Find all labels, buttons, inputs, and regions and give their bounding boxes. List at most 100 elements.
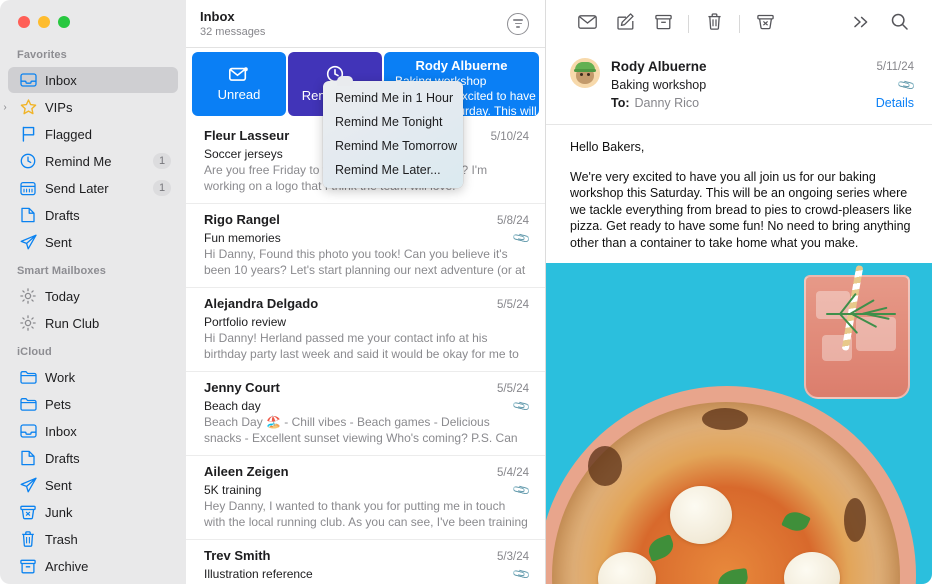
message-count: 32 messages — [200, 25, 266, 38]
sidebar-item-label: Drafts — [45, 450, 80, 466]
search-button[interactable] — [880, 9, 918, 39]
message-list-item[interactable]: Rigo Rangel 5/8/24 Fun memories 📎 Hi Danny, … — [186, 204, 545, 288]
paperclip-icon: 📎 — [511, 563, 532, 584]
context-menu-item[interactable]: Remind Me Later... — [323, 158, 463, 182]
sidebar-item-drafts[interactable]: Drafts — [8, 202, 178, 228]
reader-toolbar — [546, 0, 932, 48]
zoom-button[interactable] — [58, 16, 70, 28]
message-date: 5/10/24 — [490, 131, 529, 143]
paperclip-icon: 📎 — [896, 74, 917, 96]
message-date: 5/3/24 — [497, 551, 529, 563]
body-paragraph: We're very excited to have you all join … — [570, 169, 912, 250]
sidebar-item-drafts[interactable]: Drafts — [8, 445, 178, 471]
sidebar-item-flagged[interactable]: Flagged — [8, 121, 178, 147]
sidebar-section-header: Favorites — [17, 49, 67, 61]
more-button[interactable] — [842, 9, 880, 39]
sidebar-item-inbox[interactable]: Inbox — [8, 418, 178, 444]
reading-pane: Rody Albuerne Baking workshop To: Danny R… — [546, 0, 932, 584]
sidebar-item-archive[interactable]: Archive — [8, 553, 178, 579]
sidebar-item-remind-me[interactable]: Remind Me 1 — [8, 148, 178, 174]
attachment-image-pizza-photo[interactable] — [546, 263, 932, 584]
sidebar-item-pets[interactable]: Pets — [8, 391, 178, 417]
compose-button[interactable] — [606, 9, 644, 39]
message-date: 5/5/24 — [497, 299, 529, 311]
toolbar-separator — [739, 15, 740, 33]
mark-unread-button[interactable] — [568, 9, 606, 39]
sidebar-item-sent[interactable]: Sent — [8, 229, 178, 255]
sidebar-item-label: Remind Me — [45, 153, 112, 169]
trash-icon — [18, 531, 38, 547]
junk-button[interactable] — [746, 9, 784, 39]
unread-envelope-icon — [229, 66, 249, 82]
message-preview: Hi Danny, Found this photo you took! Can… — [204, 247, 526, 277]
message-preview: Hi Danny! Herland passed me your contact… — [204, 331, 519, 361]
gear-icon — [18, 315, 38, 331]
sidebar-item-label: Sent — [45, 477, 72, 493]
mail-window: Favorites Inbox › VIPs Flagged Remind Me 1 Send… — [0, 0, 932, 584]
message-header: Rody Albuerne Baking workshop To: Danny R… — [546, 48, 932, 125]
remind-me-context-menu: Remind Me in 1 Hour Remind Me Tonight Remi… — [323, 76, 463, 188]
message-subject: Illustration reference — [204, 567, 313, 581]
sidebar-item-label: Today — [45, 288, 80, 304]
rosemary-sprig — [822, 291, 902, 337]
inbox-icon — [18, 423, 38, 439]
message-list-item[interactable]: Jenny Court 5/5/24 Beach day 📎 Beach Day 🏖️ … — [186, 372, 545, 456]
context-menu-item[interactable]: Remind Me in 1 Hour — [323, 86, 463, 110]
filter-icon[interactable] — [507, 12, 529, 35]
message-list-item[interactable]: Alejandra Delgado 5/5/24 Portfolio review H… — [186, 288, 545, 372]
sidebar-item-badge: 1 — [153, 180, 171, 196]
sidebar-item-send-later[interactable]: Send Later 1 — [8, 175, 178, 201]
close-button[interactable] — [18, 16, 30, 28]
message-preview: Hey Danny, I wanted to thank you for put… — [204, 499, 528, 529]
archive-icon — [18, 558, 38, 574]
junk-icon — [18, 504, 38, 520]
document-icon — [18, 207, 38, 223]
sidebar-item-work[interactable]: Work — [8, 364, 178, 390]
sidebar-item-label: VIPs — [45, 99, 73, 115]
sidebar-item-label: Archive — [45, 558, 89, 574]
message-subject: Portfolio review — [204, 315, 287, 329]
junk-icon — [756, 14, 774, 35]
sidebar-item-run-club[interactable]: Run Club — [8, 310, 178, 336]
archive-icon — [654, 14, 672, 35]
paperclip-icon: 📎 — [511, 395, 532, 417]
sidebar-item-inbox[interactable]: Inbox — [8, 67, 178, 93]
calendar-icon — [18, 180, 38, 196]
to-label: To: — [611, 96, 630, 110]
message-sender: Alejandra Delgado — [204, 296, 319, 311]
message-list-item[interactable]: Trev Smith5/3/24Illustration reference📎H… — [186, 540, 545, 584]
sidebar-item-badge: 1 — [153, 153, 171, 169]
sidebar-item-label: Junk — [45, 504, 73, 520]
flag-icon — [18, 126, 38, 142]
swipe-unread-button[interactable]: Unread — [192, 52, 286, 116]
message-sender: Aileen Zeigen — [204, 464, 289, 479]
sidebar-item-sent[interactable]: Sent — [8, 472, 178, 498]
sidebar-item-trash[interactable]: Trash — [8, 526, 178, 552]
paperclip-icon: 📎 — [511, 479, 532, 501]
details-link[interactable]: Details — [876, 94, 914, 112]
archive-button[interactable] — [644, 9, 682, 39]
sidebar-item-label: Drafts — [45, 207, 80, 223]
chevron-right-icon[interactable]: › — [0, 102, 10, 113]
context-menu-item[interactable]: Remind Me Tomorrow — [323, 134, 463, 158]
message-recipient: To: Danny Rico — [611, 94, 868, 112]
sidebar-item-junk[interactable]: Junk — [8, 499, 178, 525]
sidebar-item-vips[interactable]: › VIPs — [3, 94, 178, 120]
sidebar-item-label: Inbox — [45, 72, 77, 88]
message-list-item[interactable]: Aileen Zeigen 5/4/24 5K training 📎 Hey Danny… — [186, 456, 545, 540]
minimize-button[interactable] — [38, 16, 50, 28]
swipe-unread-label: Unread — [217, 86, 261, 102]
sidebar-item-today[interactable]: Today — [8, 283, 178, 309]
message-date: 5/11/24 — [876, 61, 914, 73]
context-menu-item[interactable]: Remind Me Tonight — [323, 110, 463, 134]
message-list-header: Inbox 32 messages — [186, 0, 545, 48]
envelope-icon — [577, 14, 597, 34]
document-icon — [18, 450, 38, 466]
paper-plane-icon — [18, 477, 38, 493]
message-subject: Baking workshop — [611, 78, 707, 92]
delete-button[interactable] — [695, 9, 733, 39]
message-sender: Rody Albuerne — [611, 59, 707, 74]
traffic-lights — [0, 0, 186, 40]
sidebar-item-label: Send Later — [45, 180, 109, 196]
message-sender: Trev Smith — [204, 548, 271, 563]
